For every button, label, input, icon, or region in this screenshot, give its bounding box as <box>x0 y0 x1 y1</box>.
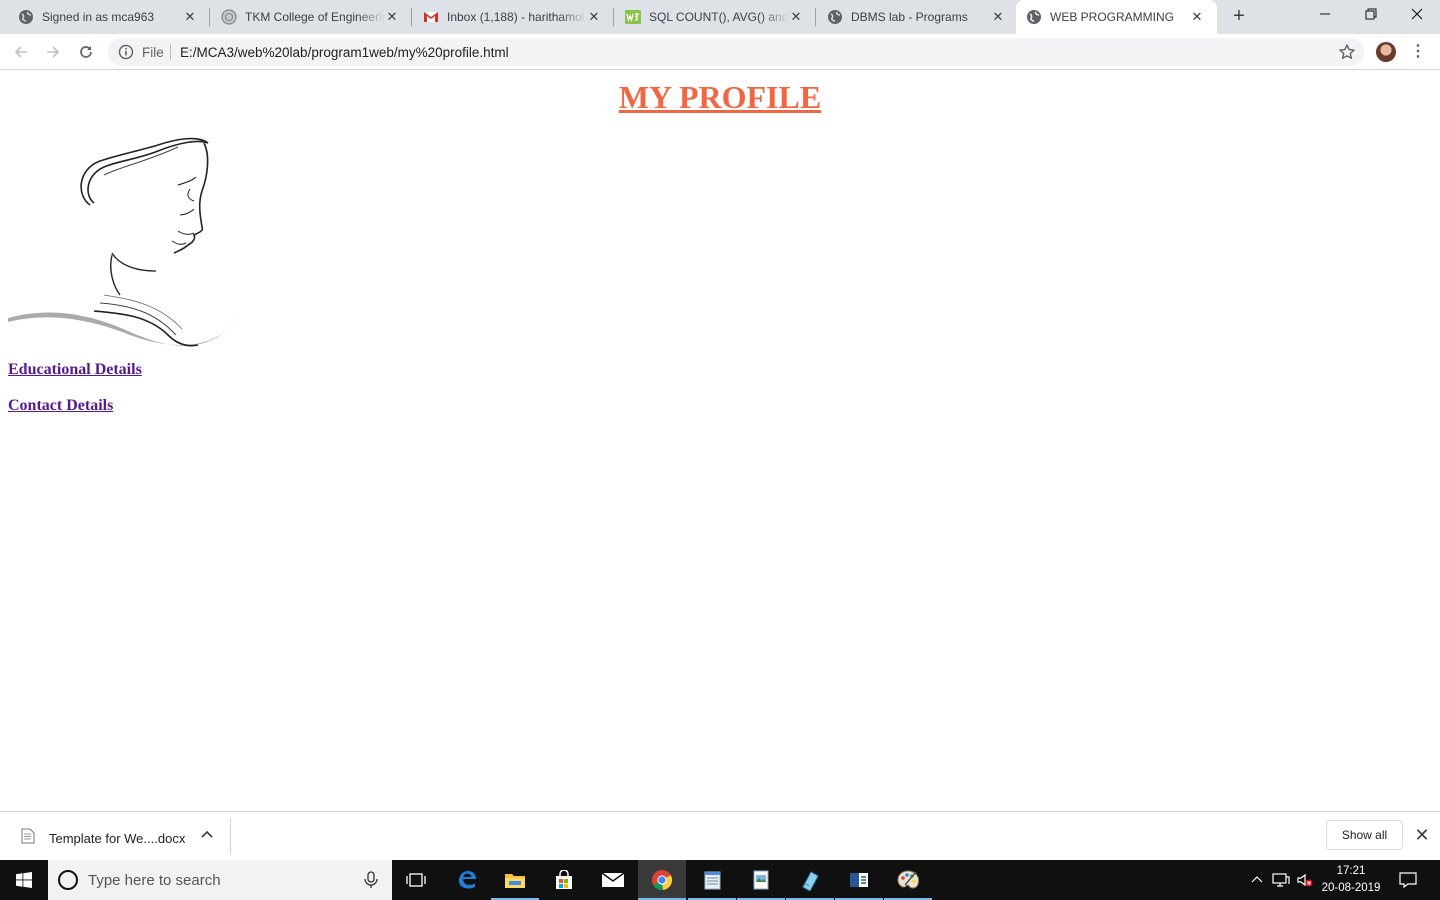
taskbar-search-box[interactable]: Type here to search <box>48 860 392 900</box>
tab-title: Inbox (1,188) - harithamol <box>447 10 585 24</box>
profile-avatar[interactable] <box>1376 42 1396 62</box>
tab-title: TKM College of Engineering <box>245 10 385 24</box>
tab-title: WEB PROGRAMMING <box>1050 10 1175 24</box>
close-tab-icon[interactable]: ✕ <box>384 9 400 25</box>
volume-muted-icon[interactable] <box>1294 860 1316 900</box>
globe-icon <box>18 9 34 25</box>
windows-start-button[interactable] <box>0 860 48 900</box>
tab-tkm-college[interactable]: TKM College of Engineering ✕ <box>211 0 412 34</box>
document-file-icon <box>20 828 36 844</box>
w3schools-icon <box>625 9 641 25</box>
close-tab-icon[interactable]: ✕ <box>586 9 602 25</box>
tab-separator <box>209 8 210 26</box>
show-all-button[interactable]: Show all <box>1326 820 1403 850</box>
clock-time: 17:21 <box>1336 865 1366 877</box>
tab-separator <box>411 8 412 26</box>
chrome-icon[interactable] <box>638 860 686 900</box>
download-file-name[interactable]: Template for We....docx <box>49 831 185 846</box>
paint-palette-icon[interactable] <box>884 860 932 900</box>
page-title: MY PROFILE <box>618 79 822 115</box>
show-hidden-icons-chevron[interactable] <box>1249 860 1265 900</box>
paint-document-icon[interactable] <box>737 860 785 900</box>
tab-title: Signed in as mca963 <box>42 10 155 24</box>
back-button[interactable] <box>9 40 33 64</box>
browser-menu-icon[interactable]: ⋮ <box>1410 43 1426 61</box>
tab-strip: Signed in as mca963 ✕ TKM College of Eng… <box>0 0 1440 34</box>
tab-dbms-lab[interactable]: DBMS lab - Programs ✕ <box>817 0 1018 34</box>
close-window-icon[interactable] <box>1394 0 1440 30</box>
search-placeholder: Type here to search <box>88 872 221 889</box>
reload-button[interactable] <box>74 40 98 64</box>
bookmark-star-icon[interactable] <box>1338 43 1356 61</box>
profile-portrait-image <box>8 137 240 347</box>
browser-toolbar: File E:/MCA3/web%20lab/program1web/my%20… <box>0 34 1440 70</box>
omnibox-divider <box>170 44 171 60</box>
tab-title: SQL COUNT(), AVG() and SUM() <box>649 10 789 24</box>
close-shelf-icon[interactable]: ✕ <box>1413 826 1431 844</box>
globe-icon <box>827 9 843 25</box>
close-tab-icon[interactable]: ✕ <box>990 9 1006 25</box>
tab-signed-in[interactable]: Signed in as mca963 ✕ <box>8 0 210 34</box>
action-center-icon[interactable] <box>1396 860 1420 900</box>
microphone-icon[interactable] <box>364 871 378 889</box>
tab-web-programming[interactable]: WEB PROGRAMMING ✕ <box>1016 0 1217 34</box>
chevron-up-icon[interactable] <box>199 827 215 843</box>
tab-sql-count[interactable]: SQL COUNT(), AVG() and SUM() ✕ <box>615 0 816 34</box>
web-page: MY PROFILE Educational Details Contact D… <box>0 71 1440 811</box>
notes-app-icon[interactable] <box>786 860 834 900</box>
college-seal-icon <box>221 9 237 25</box>
url-scheme-label: File <box>142 45 164 60</box>
file-explorer-icon[interactable] <box>491 860 539 900</box>
restore-icon[interactable] <box>1348 0 1394 30</box>
educational-details-link[interactable]: Educational Details <box>8 361 142 379</box>
new-tab-button[interactable]: + <box>1228 6 1250 28</box>
tab-gmail-inbox[interactable]: Inbox (1,188) - harithamol ✕ <box>413 0 614 34</box>
url-text[interactable]: E:/MCA3/web%20lab/program1web/my%20profi… <box>180 45 509 60</box>
gmail-icon <box>423 9 439 25</box>
tab-title: DBMS lab - Programs <box>851 10 968 24</box>
edge-browser-icon[interactable] <box>443 860 491 900</box>
globe-icon <box>1026 9 1042 25</box>
close-tab-icon[interactable]: ✕ <box>1189 9 1205 25</box>
notepad-icon[interactable] <box>688 860 736 900</box>
mail-icon[interactable] <box>589 860 637 900</box>
word-document-icon[interactable] <box>835 860 883 900</box>
forward-button[interactable] <box>41 40 65 64</box>
close-tab-icon[interactable]: ✕ <box>788 9 804 25</box>
download-shelf: Template for We....docx Show all ✕ <box>0 811 1440 860</box>
task-view-icon[interactable] <box>392 860 440 900</box>
tab-separator <box>613 8 614 26</box>
contact-details-link[interactable]: Contact Details <box>8 397 113 415</box>
cortana-icon <box>58 870 78 890</box>
minimize-icon[interactable] <box>1302 0 1348 30</box>
tab-separator <box>815 8 816 26</box>
microsoft-store-icon[interactable] <box>540 860 588 900</box>
windows-taskbar: Type here to search 17:21 20-08-2019 <box>0 860 1440 900</box>
clock-date: 20-08-2019 <box>1321 882 1381 894</box>
info-icon[interactable] <box>118 44 134 60</box>
address-bar[interactable]: File E:/MCA3/web%20lab/program1web/my%20… <box>108 38 1364 66</box>
network-icon[interactable] <box>1270 860 1292 900</box>
system-clock[interactable]: 17:21 20-08-2019 <box>1318 863 1384 897</box>
shelf-divider <box>230 818 231 855</box>
close-tab-icon[interactable]: ✕ <box>182 9 198 25</box>
